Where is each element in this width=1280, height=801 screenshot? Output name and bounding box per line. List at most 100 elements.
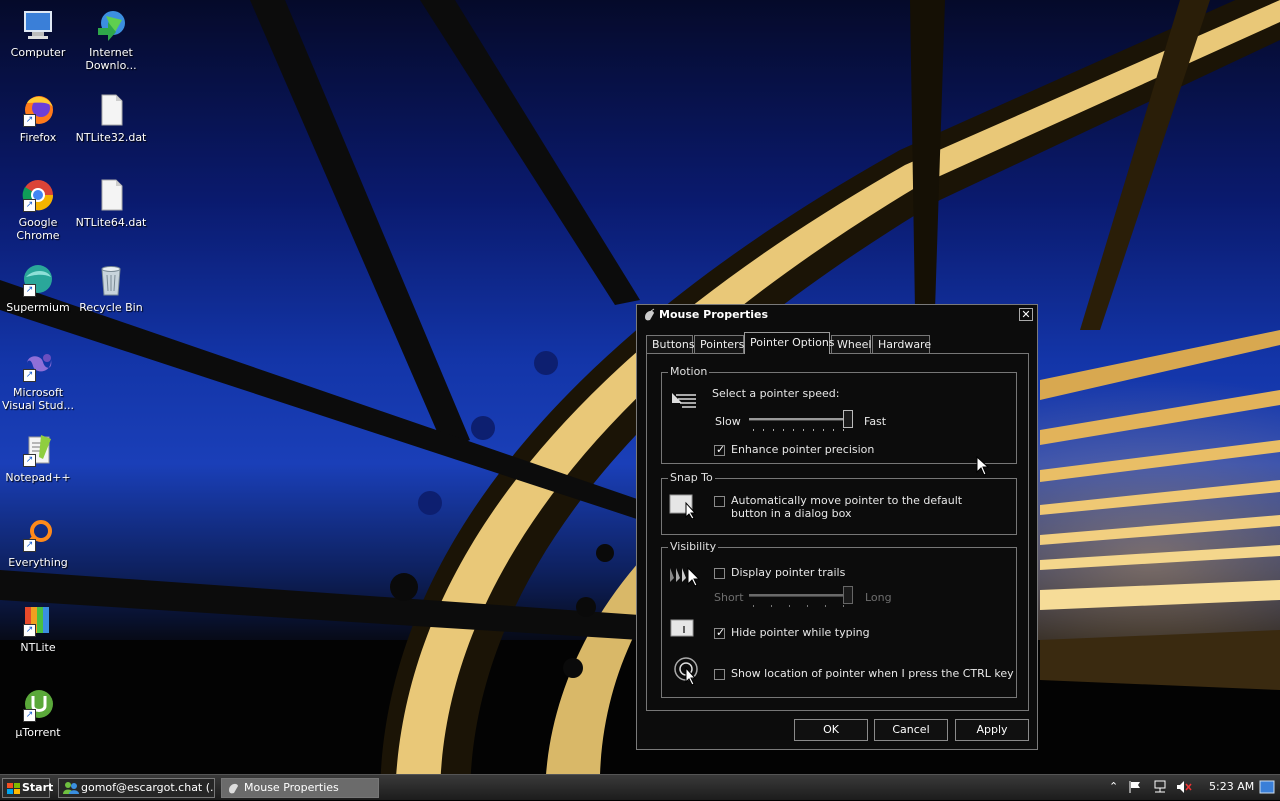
windows-logo-icon (7, 783, 20, 801)
ok-button[interactable]: OK (794, 719, 868, 741)
shortcut-arrow-icon: ↗ (23, 709, 36, 722)
taskbar: Start gomof@escargot.chat (... Mouse Pro… (0, 774, 1280, 800)
utorrent-icon: ↗ (21, 688, 55, 722)
desktop-icon-label: Internet Downlo... (85, 46, 137, 72)
visibility-group-label: Visibility (668, 540, 719, 553)
snap-to-label: Automatically move pointer to the defaul… (731, 494, 963, 520)
cancel-button[interactable]: Cancel (874, 719, 948, 741)
mouse-cursor-icon (976, 455, 990, 479)
desktop-icon-notepad-plus-plus[interactable]: ↗ Notepad++ (0, 433, 76, 484)
desktop-icon-supermium[interactable]: ↗ Supermium (0, 263, 76, 314)
enhance-precision-checkbox[interactable]: ✓ (714, 443, 726, 456)
pointer-trails-track[interactable] (749, 594, 853, 597)
close-button[interactable]: ✕ (1019, 308, 1033, 321)
desktop-icon-ntlite64-dat[interactable]: NTLite64.dat (73, 178, 149, 229)
motion-group-label: Motion (668, 365, 710, 378)
ctrl-locate-checkbox[interactable] (714, 669, 725, 680)
pointer-speed-ticks (753, 429, 844, 431)
action-center-flag-icon[interactable] (1128, 780, 1142, 797)
pointer-speed-label: Select a pointer speed: (712, 387, 840, 400)
shortcut-arrow-icon: ↗ (23, 454, 36, 467)
desktop-icon-visual-studio[interactable]: ↗ Microsoft Visual Stud... (0, 348, 76, 412)
desktop-icon-label: Everything (8, 556, 68, 569)
motion-group: Motion Select a pointer speed: Slow Fast… (661, 365, 1017, 464)
desktop-icon-firefox[interactable]: ↗ Firefox (0, 93, 76, 144)
snap-to-group-label: Snap To (668, 471, 715, 484)
pointer-trails-icon (668, 564, 701, 593)
shortcut-arrow-icon: ↗ (23, 199, 36, 212)
long-label: Long (865, 591, 892, 604)
dialog-title: Mouse Properties (659, 308, 769, 321)
tab-wheel[interactable]: Wheel (831, 335, 871, 353)
apply-button[interactable]: Apply (955, 719, 1029, 741)
desktop-icon-computer[interactable]: Computer (0, 8, 76, 59)
file-icon (94, 93, 128, 127)
pointer-trails-slider[interactable] (843, 586, 853, 604)
desktop-icon-utorrent[interactable]: ↗ µTorrent (0, 688, 76, 739)
notepad-plus-plus-icon: ↗ (21, 433, 55, 467)
hide-pointer-checkbox[interactable]: ✓ (714, 626, 726, 639)
supermium-icon: ↗ (21, 263, 55, 297)
tab-pointers[interactable]: Pointers (694, 335, 744, 353)
desktop-icon-recycle-bin[interactable]: Recycle Bin (73, 263, 149, 314)
show-hidden-icons-icon[interactable]: ⌃ (1109, 780, 1118, 793)
slow-label: Slow (715, 415, 741, 428)
pointer-options-panel: Motion Select a pointer speed: Slow Fast… (646, 353, 1029, 711)
network-icon[interactable] (1152, 780, 1168, 797)
show-desktop-icon[interactable] (1259, 780, 1275, 797)
pointer-speed-icon (670, 389, 700, 418)
computer-icon (21, 8, 55, 42)
desktop-icon-google-chrome[interactable]: ↗ Google Chrome (0, 178, 76, 242)
snap-to-checkbox[interactable] (714, 496, 725, 507)
tab-pointer-options[interactable]: Pointer Options (744, 332, 835, 354)
snap-to-icon (668, 491, 698, 522)
pointer-trails-ticks (753, 605, 844, 607)
desktop-icon-label: Recycle Bin (79, 301, 143, 314)
mouse-icon (642, 308, 656, 322)
start-button[interactable]: Start (2, 778, 54, 801)
desktop-icon-label: Supermium (6, 301, 70, 314)
taskbar-task-escargot-chat[interactable]: gomof@escargot.chat (... (58, 778, 215, 798)
checkmark-icon: ✓ (716, 626, 726, 639)
recycle-bin-icon (94, 263, 128, 297)
desktop-icon-ntlite32-dat[interactable]: NTLite32.dat (73, 93, 149, 144)
desktop-icon-everything[interactable]: ↗ Everything (0, 518, 76, 569)
ctrl-locate-label: Show location of pointer when I press th… (731, 667, 1014, 680)
messenger-buddies-icon (62, 781, 80, 797)
desktop-icon-label: NTLite64.dat (75, 216, 147, 229)
snap-to-group: Snap To Automatically move pointer to th… (661, 471, 1017, 535)
taskbar-task-mouse-properties[interactable]: Mouse Properties (221, 778, 379, 798)
checkmark-icon: ✓ (716, 443, 726, 456)
system-clock[interactable]: 5:23 AM (1209, 780, 1254, 793)
everything-search-icon: ↗ (21, 518, 55, 552)
shortcut-arrow-icon: ↗ (23, 624, 36, 637)
fast-label: Fast (864, 415, 887, 428)
tab-hardware[interactable]: Hardware (872, 335, 931, 353)
internet-download-manager-icon (94, 8, 128, 42)
desktop-icon-label: µTorrent (15, 726, 61, 739)
pointer-trails-checkbox[interactable] (714, 568, 725, 579)
visibility-group: Visibility Display pointer trails Short … (661, 540, 1017, 698)
pointer-speed-slider[interactable] (843, 410, 853, 428)
desktop-icon-label: Microsoft Visual Stud... (1, 386, 75, 412)
desktop-icon-label: NTLite32.dat (75, 131, 147, 144)
task-label: Mouse Properties (244, 781, 339, 794)
pointer-speed-track[interactable] (749, 418, 853, 421)
desktop-icon-label: NTLite (20, 641, 56, 654)
ctrl-locate-icon (674, 656, 702, 689)
enhance-precision-label: Enhance pointer precision (731, 443, 875, 456)
shortcut-arrow-icon: ↗ (23, 284, 36, 297)
tab-buttons[interactable]: Buttons (646, 335, 695, 353)
volume-muted-icon[interactable] (1176, 780, 1192, 797)
mouse-icon (226, 781, 240, 797)
desktop-icon-internet-download-manager[interactable]: Internet Downlo... (73, 8, 149, 72)
firefox-icon: ↗ (21, 93, 55, 127)
shortcut-arrow-icon: ↗ (23, 369, 36, 382)
task-label: gomof@escargot.chat (... (81, 781, 215, 794)
desktop-icon-ntlite[interactable]: ↗ NTLite (0, 603, 76, 654)
hide-pointer-label: Hide pointer while typing (731, 626, 870, 639)
dialog-titlebar[interactable]: Mouse Properties ✕ (637, 305, 1037, 325)
start-label: Start (22, 781, 54, 794)
shortcut-arrow-icon: ↗ (23, 114, 36, 127)
desktop-icon-label: Computer (10, 46, 66, 59)
